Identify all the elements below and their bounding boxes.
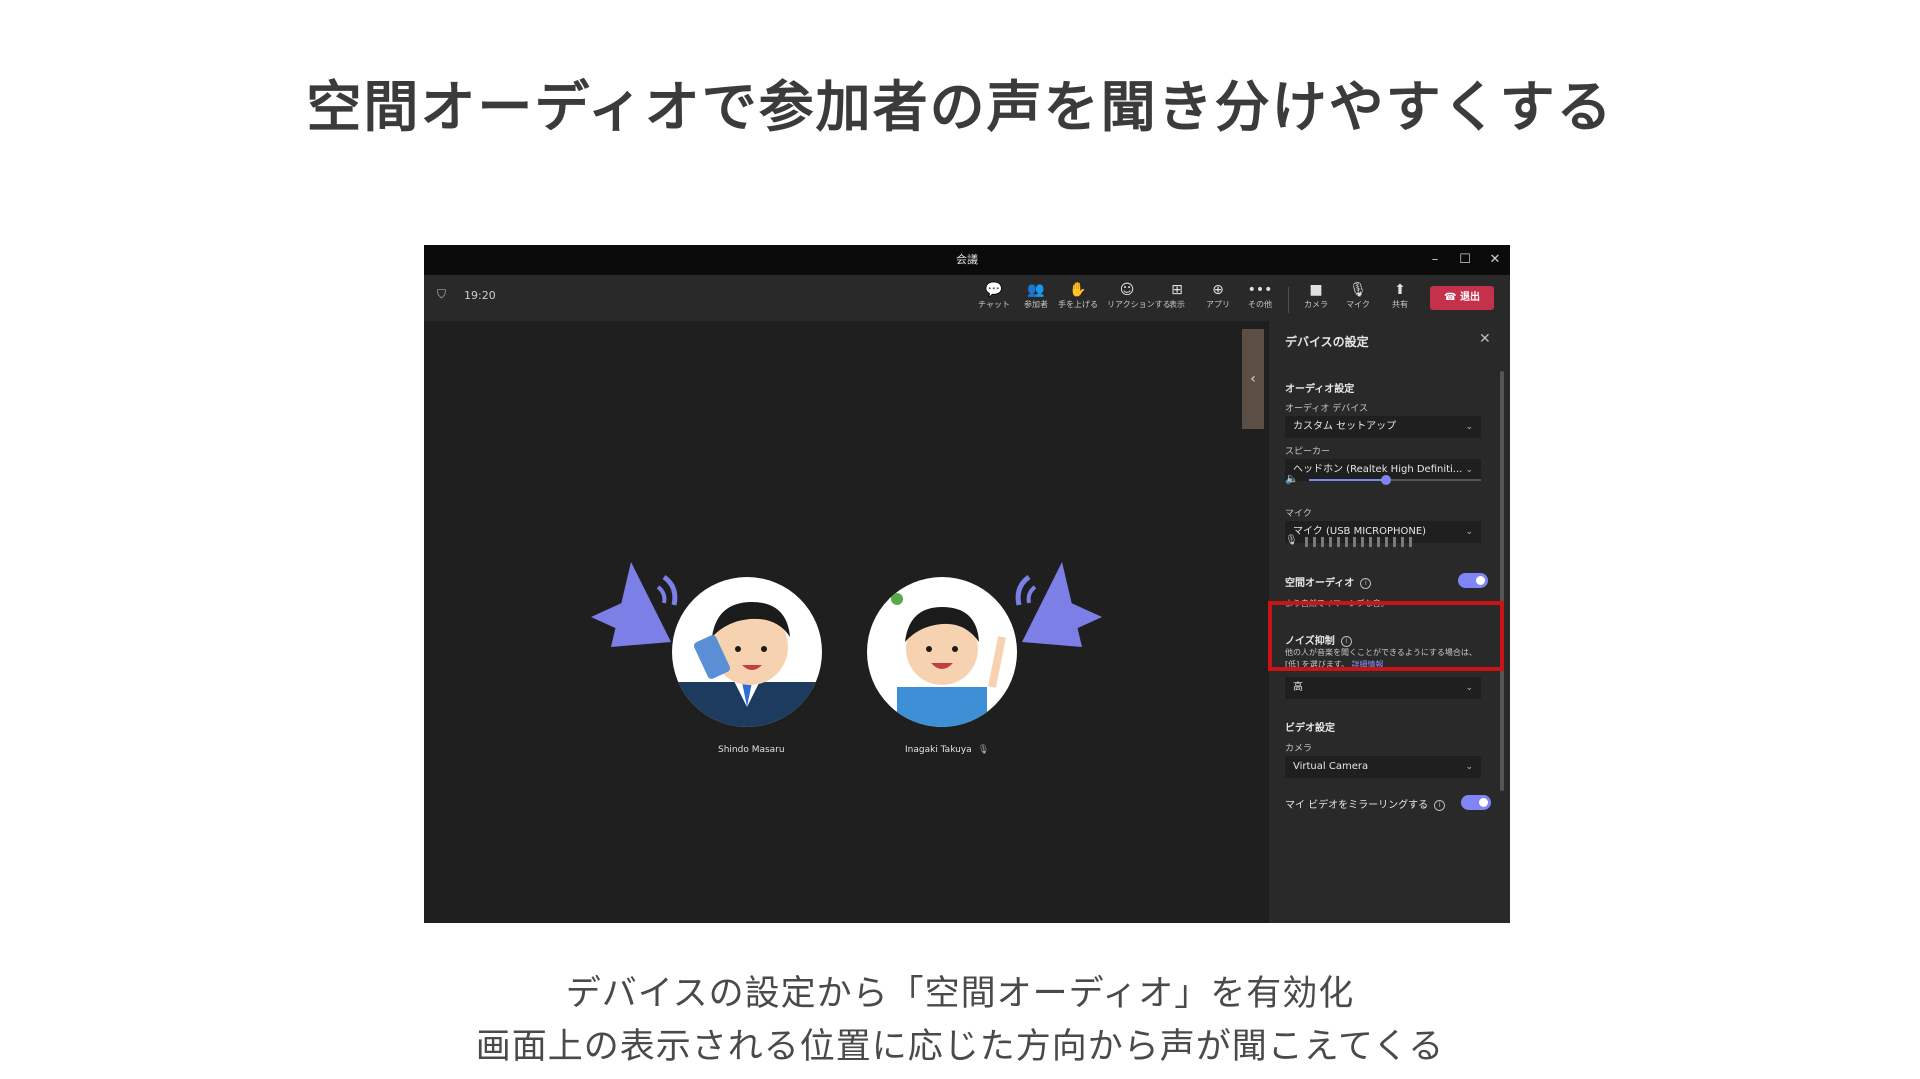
more-button[interactable]: ••• その他 — [1240, 281, 1280, 310]
info-icon[interactable]: i — [1434, 799, 1446, 811]
mic-muted-icon: 🎙 — [977, 745, 990, 755]
share-label: 共有 — [1392, 300, 1408, 309]
chevron-down-icon: ⌄ — [1465, 683, 1473, 693]
audio-device-label: オーディオ デバイス — [1285, 404, 1368, 414]
people-icon: 👥 — [1027, 282, 1045, 298]
leave-button[interactable]: ☎ 退出 — [1430, 286, 1494, 310]
chat-label: チャット — [978, 300, 1010, 309]
participants-button[interactable]: 👥 参加者 — [1016, 281, 1056, 310]
raise-hand-button[interactable]: ✋ 手を上げる — [1058, 281, 1098, 310]
mic-button[interactable]: 🎙 マイク — [1338, 281, 1378, 310]
audio-device-select[interactable]: カスタム セットアップ ⌄ — [1285, 416, 1481, 438]
businessman-illustration — [672, 602, 822, 727]
chevron-down-icon: ⌄ — [1465, 422, 1473, 432]
participants-label: 参加者 — [1024, 300, 1048, 309]
camera-select[interactable]: Virtual Camera ⌄ — [1285, 756, 1481, 778]
toolbar-divider — [1288, 287, 1289, 313]
noise-suppression-select[interactable]: 高 ⌄ — [1285, 677, 1481, 699]
chat-icon: 💬 — [985, 282, 1003, 298]
panel-scrollbar[interactable] — [1500, 371, 1504, 791]
raise-hand-label: 手を上げる — [1058, 300, 1098, 309]
chevron-down-icon: ⌄ — [1465, 527, 1473, 537]
speaker-value: ヘッドホン (Realtek High Definiti... — [1293, 464, 1463, 475]
volume-knob[interactable] — [1381, 475, 1392, 485]
mic-label: マイク — [1346, 300, 1370, 309]
camera-label: カメラ — [1304, 300, 1328, 309]
view-button[interactable]: ⊞ 表示 — [1157, 281, 1197, 310]
mic-off-icon: 🎙 — [1285, 535, 1298, 546]
reactions-icon: ☺ — [1119, 282, 1135, 298]
share-icon: ⬆ — [1394, 282, 1406, 298]
participant-name-label: Inagaki Takuya — [905, 745, 972, 755]
more-icon: ••• — [1247, 282, 1273, 298]
collapse-panel-button[interactable]: ‹ — [1242, 329, 1264, 429]
maximize-button[interactable]: ☐ — [1450, 245, 1480, 275]
speaker-volume-slider[interactable] — [1309, 475, 1481, 485]
mirror-video-row: マイ ビデオをミラーリングする i — [1285, 796, 1446, 811]
window-close-button[interactable]: ✕ — [1480, 245, 1510, 275]
volume-fill — [1309, 479, 1387, 481]
share-button[interactable]: ⬆ 共有 — [1380, 281, 1420, 310]
spatial-audio-label: 空間オーディオ — [1285, 578, 1355, 589]
camera-off-icon: ■ — [1309, 282, 1323, 298]
avatar-inagaki — [867, 577, 1017, 727]
raise-hand-icon: ✋ — [1069, 282, 1087, 298]
slide-title: 空間オーディオで参加者の声を聞き分けやすくする — [306, 75, 1614, 139]
more-label: その他 — [1248, 300, 1272, 309]
mirror-video-label: マイ ビデオをミラーリングする — [1285, 800, 1429, 811]
noise-suppression-value: 高 — [1293, 682, 1303, 693]
avatar-shindo — [672, 577, 822, 727]
info-icon[interactable]: i — [1360, 577, 1372, 589]
apps-icon: ⊕ — [1212, 282, 1224, 298]
chevron-left-icon: ‹ — [1250, 371, 1256, 387]
minimize-button[interactable]: – — [1420, 245, 1450, 275]
mirror-video-toggle[interactable] — [1461, 795, 1491, 810]
mic-label: マイク — [1285, 509, 1312, 519]
title-bar: 会議 – ☐ ✕ — [424, 245, 1510, 275]
reactions-button[interactable]: ☺ リアクションする — [1107, 281, 1171, 310]
view-icon: ⊞ — [1171, 282, 1183, 298]
mic-off-icon: 🎙 — [1349, 282, 1367, 298]
leave-label: 退出 — [1459, 292, 1480, 303]
camera-button[interactable]: ■ カメラ — [1296, 281, 1336, 310]
hang-up-icon: ☎ — [1444, 292, 1460, 303]
audio-device-value: カスタム セットアップ — [1293, 421, 1397, 432]
teams-meeting-window: 会議 – ☐ ✕ ⛉ 19:20 💬 チャット 👥 参加者 ✋ 手を上げる ☺ … — [424, 245, 1510, 923]
meeting-time: 19:20 — [464, 289, 496, 302]
panel-title: デバイスの設定 — [1285, 335, 1369, 349]
speaker-label: スピーカー — [1285, 447, 1331, 457]
caption-line-2: 画面上の表示される位置に応じた方向から声が聞こえてくる — [475, 1027, 1445, 1067]
window-title: 会議 — [956, 253, 978, 266]
camera-label: カメラ — [1285, 744, 1313, 754]
reactions-label: リアクションする — [1107, 300, 1171, 309]
chat-button[interactable]: 💬 チャット — [974, 281, 1014, 310]
shield-icon: ⛉ — [437, 287, 447, 301]
volume-icon: 🔈 — [1285, 472, 1299, 485]
meeting-stage: ‹ Shindo Masaru Inagaki Takuya 🎙 — [424, 321, 1269, 923]
participant-name-inagaki: Inagaki Takuya 🎙 — [905, 745, 989, 755]
participant-name-shindo: Shindo Masaru — [718, 745, 785, 755]
spatial-audio-row: 空間オーディオ i — [1285, 574, 1372, 589]
spatial-audio-highlight-box — [1268, 601, 1504, 671]
meeting-toolbar: ⛉ 19:20 💬 チャット 👥 参加者 ✋ 手を上げる ☺ リアクションする … — [424, 275, 1510, 321]
apps-label: アプリ — [1206, 300, 1230, 309]
view-label: 表示 — [1169, 300, 1185, 309]
mic-level-meter — [1305, 537, 1417, 556]
apps-button[interactable]: ⊕ アプリ — [1198, 281, 1238, 310]
caption-line-1: デバイスの設定から「空間オーディオ」を有効化 — [565, 974, 1355, 1014]
video-settings-heading: ビデオ設定 — [1285, 723, 1335, 734]
chevron-down-icon: ⌄ — [1465, 762, 1473, 772]
audio-settings-heading: オーディオ設定 — [1285, 384, 1355, 395]
spatial-audio-toggle[interactable] — [1458, 573, 1488, 588]
camera-value: Virtual Camera — [1293, 761, 1369, 772]
speaker-right-icon — [1015, 562, 1102, 647]
boy-illustration — [891, 593, 1006, 727]
chevron-down-icon: ⌄ — [1465, 465, 1473, 475]
close-icon[interactable]: ✕ — [1479, 331, 1491, 347]
mic-value: マイク (USB MICROPHONE) — [1293, 526, 1427, 537]
